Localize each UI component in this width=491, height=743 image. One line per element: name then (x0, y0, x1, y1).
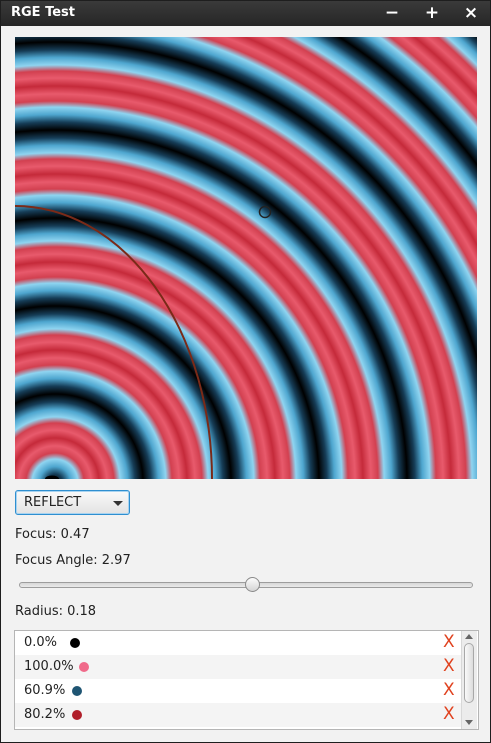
maximize-button[interactable]: + (421, 3, 443, 23)
stop-color-dot[interactable] (70, 638, 80, 648)
focus-angle-label: Focus Angle: 2.97 (15, 553, 131, 568)
title-bar[interactable]: RGE Test − + × (1, 1, 490, 26)
gradient-preview[interactable] (15, 37, 477, 479)
delete-stop-button[interactable]: X (443, 656, 455, 676)
minimize-button[interactable]: − (381, 3, 403, 23)
list-item[interactable]: 0.0% X (15, 631, 462, 655)
cycle-method-dropdown[interactable]: REFLECT (15, 490, 130, 515)
stop-color-dot[interactable] (72, 686, 82, 696)
stop-offset: 60.9% (24, 683, 66, 698)
close-button[interactable]: × (460, 3, 482, 23)
chevron-down-icon (113, 501, 123, 506)
list-item[interactable]: 80.2% X (15, 703, 462, 727)
radius-label: Radius: 0.18 (15, 604, 97, 619)
gradient-stops-list: 0.0% X 100.0% X 60.9% X 80.2% X (14, 630, 479, 730)
list-item[interactable]: 60.9% X (15, 679, 462, 703)
list-scrollbar[interactable] (461, 631, 477, 729)
delete-stop-button[interactable]: X (443, 632, 455, 652)
stop-color-dot[interactable] (72, 710, 82, 720)
cycle-method-value: REFLECT (24, 495, 82, 510)
scroll-down-icon[interactable] (465, 720, 473, 725)
scrollbar-thumb[interactable] (464, 643, 474, 703)
window-title: RGE Test (11, 5, 75, 20)
gradient-canvas[interactable] (15, 37, 477, 479)
focus-angle-slider-thumb[interactable] (244, 577, 260, 592)
app-window: RGE Test − + × REFLECT Focus: 0.47 Focus… (0, 0, 491, 743)
stop-offset: 100.0% (24, 659, 74, 674)
stop-offset: 0.0% (24, 635, 58, 650)
focus-label: Focus: 0.47 (15, 527, 90, 542)
stop-color-dot[interactable] (79, 662, 89, 672)
list-item[interactable]: 100.0% X (15, 655, 462, 679)
delete-stop-button[interactable]: X (443, 680, 455, 700)
scroll-up-icon[interactable] (465, 634, 473, 639)
stop-offset: 80.2% (24, 707, 66, 722)
gradient-fill (15, 37, 477, 479)
delete-stop-button[interactable]: X (443, 704, 455, 724)
